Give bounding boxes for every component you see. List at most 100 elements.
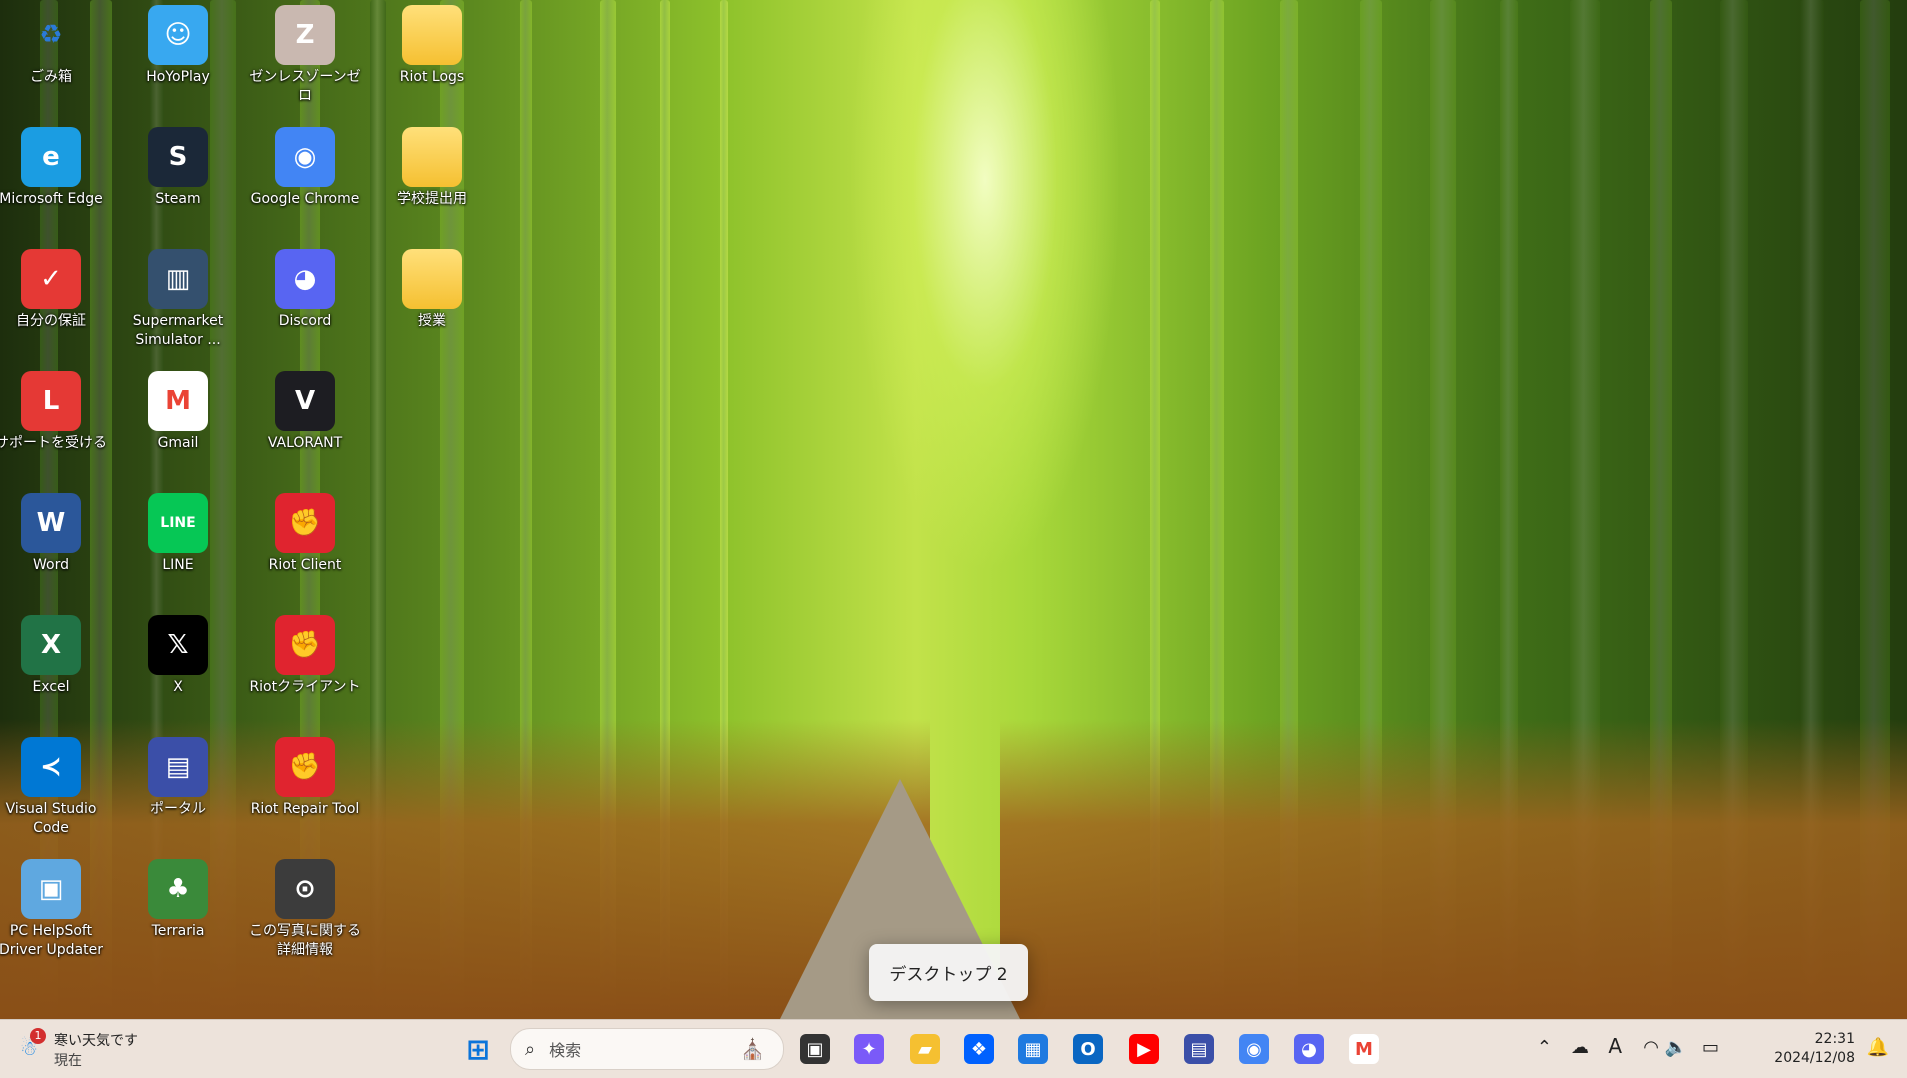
desktop-icon-label: サポートを受ける — [0, 435, 107, 451]
desktop-icon-label: Google Chrome — [250, 191, 360, 207]
file-explorer-button[interactable]: ▰ — [905, 1029, 945, 1069]
desktop-icon-hoyoplay[interactable]: ☺ HoYoPlay — [117, 2, 239, 87]
desktop-icon-label: HoYoPlay — [146, 69, 210, 85]
desktop-icon-label: Microsoft Edge — [0, 191, 103, 207]
desktop-icon-label: Steam — [155, 191, 201, 207]
desktop-icon-steam[interactable]: S Steam — [117, 124, 239, 209]
ime-indicator[interactable]: A — [1608, 1034, 1622, 1058]
clock[interactable]: 22:31 2024/12/08 — [1774, 1030, 1855, 1068]
desktop-icon-gmail[interactable]: M Gmail — [117, 368, 239, 453]
virtual-desktop-indicator: デスクトップ 2 — [869, 944, 1028, 1001]
portal-button[interactable]: ▤ — [1179, 1029, 1219, 1069]
desktop-icon-zzz[interactable]: Z ゼンレスゾーンゼロ — [244, 2, 366, 106]
desktop-icon-label: Riot Repair Tool — [250, 801, 360, 817]
gmail-icon: M — [1349, 1034, 1379, 1064]
desktop-icon-x[interactable]: 𝕏X — [117, 612, 239, 697]
desktop-icon-get-support[interactable]: L サポートを受ける — [0, 368, 112, 453]
desktop-icon-riot-logs[interactable]: Riot Logs — [371, 2, 493, 87]
desktop-icon-terraria[interactable]: ♣ Terraria — [117, 856, 239, 941]
outlook-button[interactable]: O — [1068, 1029, 1108, 1069]
desktop-icon-label: 学校提出用 — [397, 191, 467, 207]
gmail-icon: M — [148, 371, 208, 431]
portal-icon: ▤ — [1184, 1034, 1214, 1064]
system-tray: ⌃ ☁ A ◠ 🔈 ▭ 22:31 2024/12/08 🔔 — [1527, 1020, 1907, 1078]
helpsoft-icon: ▣ — [21, 859, 81, 919]
desktop-icon-vscode[interactable]: ≺ Visual Studio Code — [0, 734, 112, 838]
portal-icon: ▤ — [148, 737, 208, 797]
notification-bell-icon[interactable]: 🔔 — [1867, 1037, 1889, 1058]
desktop-icon-valorant[interactable]: V VALORANT — [244, 368, 366, 453]
desktop-icon-portal[interactable]: ▤ ポータル — [117, 734, 239, 819]
desktop-icon-label: ポータル — [150, 801, 206, 817]
onedrive-cloud-icon[interactable]: ☁ — [1571, 1037, 1589, 1058]
start-button[interactable]: ⊞ — [458, 1029, 498, 1069]
desktop-icon-riot-client[interactable]: ✊ Riot Client — [244, 490, 366, 575]
copilot-button[interactable]: ✦ — [849, 1029, 889, 1069]
support-icon: L — [21, 371, 81, 431]
desktop-icon-label: ごみ箱 — [30, 69, 72, 85]
windows-start-icon: ⊞ — [466, 1032, 490, 1066]
show-hidden-icons-chevron-icon[interactable]: ⌃ — [1537, 1037, 1552, 1058]
youtube-icon: ▶ — [1129, 1034, 1159, 1064]
weather-time: 現在 — [54, 1053, 82, 1069]
clock-date: 2024/12/08 — [1774, 1050, 1855, 1066]
desktop-icon-school[interactable]: 学校提出用 — [371, 124, 493, 209]
supermarket-simulator-icon: ▥ — [148, 249, 208, 309]
desktop-icon-label: Discord — [278, 313, 332, 329]
folder-icon: ▰ — [910, 1034, 940, 1064]
desktop-icon-excel[interactable]: X Excel — [0, 612, 112, 697]
desktop-icon-riot-repair[interactable]: ✊ Riot Repair Tool — [244, 734, 366, 819]
ms-store-icon: ▦ — [1018, 1034, 1048, 1064]
desktop-icon-label: X — [173, 679, 183, 695]
desktop-icon-recycle-bin[interactable]: ♻ ごみ箱 — [0, 2, 112, 87]
search-highlight-icon: ⛪ — [740, 1037, 765, 1061]
riot-client-icon: ✊ — [275, 615, 335, 675]
desktop-icon-label: ゼンレスゾーンゼロ — [249, 69, 361, 104]
discord-button[interactable]: ◕ — [1289, 1029, 1329, 1069]
wifi-icon[interactable]: ◠ — [1643, 1037, 1659, 1058]
dropbox-button[interactable]: ❖ — [959, 1029, 999, 1069]
edge-icon: e — [21, 127, 81, 187]
desktop-icon-supermarket[interactable]: ▥ Supermarket Simulator ... — [117, 246, 239, 350]
weather-widget[interactable]: ☃ 1 寒い天気です 現在 — [14, 1028, 174, 1070]
gmail-button[interactable]: M — [1344, 1029, 1384, 1069]
store-button[interactable]: ▦ — [1013, 1029, 1053, 1069]
desktop-icon-label: Supermarket Simulator ... — [132, 313, 224, 348]
word-icon: W — [21, 493, 81, 553]
discord-icon: ◕ — [1294, 1034, 1324, 1064]
desktop-icon-label: この写真に関する詳細情報 — [249, 923, 361, 958]
desktop-icon-label: 自分の保証 — [16, 313, 86, 329]
volume-icon[interactable]: 🔈 — [1665, 1037, 1687, 1058]
task-view-icon: ▣ — [800, 1034, 830, 1064]
desktop-icon-line[interactable]: LINE LINE — [117, 490, 239, 575]
desktop-icon-label: Riot Logs — [399, 69, 465, 85]
desktop-icon-helpsoft[interactable]: ▣ PC HelpSoft Driver Updater — [0, 856, 112, 960]
desktop-icon-label: PC HelpSoft Driver Updater — [0, 923, 103, 958]
clock-time: 22:31 — [1814, 1031, 1855, 1047]
youtube-button[interactable]: ▶ — [1124, 1029, 1164, 1069]
desktop-icon-edge[interactable]: e Microsoft Edge — [0, 124, 112, 209]
desktop-icon-classes[interactable]: 授業 — [371, 246, 493, 331]
desktop-icon-label: LINE — [162, 557, 194, 573]
taskbar-search-box[interactable]: ⌕ 検索 ⛪ — [510, 1028, 784, 1070]
excel-icon: X — [21, 615, 81, 675]
desktop-icon-my-warranty[interactable]: ✓ 自分の保証 — [0, 246, 112, 331]
folder-icon — [402, 5, 462, 65]
battery-icon[interactable]: ▭ — [1702, 1037, 1719, 1058]
dropbox-icon: ❖ — [964, 1034, 994, 1064]
camera-info-icon: ⊙ — [275, 859, 335, 919]
desktop-wallpaper: ♻ ごみ箱 ☺ HoYoPlay Z ゼンレスゾーンゼロ Riot Logs e Microso… — [0, 0, 1907, 1019]
desktop-icon-discord[interactable]: ◕ Discord — [244, 246, 366, 331]
weather-condition: 寒い天気です — [54, 1033, 138, 1049]
task-view-button[interactable]: ▣ — [795, 1029, 835, 1069]
desktop-icon-photo-info[interactable]: ⊙ この写真に関する詳細情報 — [244, 856, 366, 960]
desktop-icon-riot-client-jp[interactable]: ✊ Riotクライアント — [244, 612, 366, 697]
outlook-icon: O — [1073, 1034, 1103, 1064]
desktop-icon-word[interactable]: W Word — [0, 490, 112, 575]
copilot-icon: ✦ — [854, 1034, 884, 1064]
zenless-zone-zero-icon: Z — [275, 5, 335, 65]
desktop-icon-chrome[interactable]: ◉ Google Chrome — [244, 124, 366, 209]
chrome-button[interactable]: ◉ — [1234, 1029, 1274, 1069]
line-icon: LINE — [148, 493, 208, 553]
x-icon: 𝕏 — [148, 615, 208, 675]
